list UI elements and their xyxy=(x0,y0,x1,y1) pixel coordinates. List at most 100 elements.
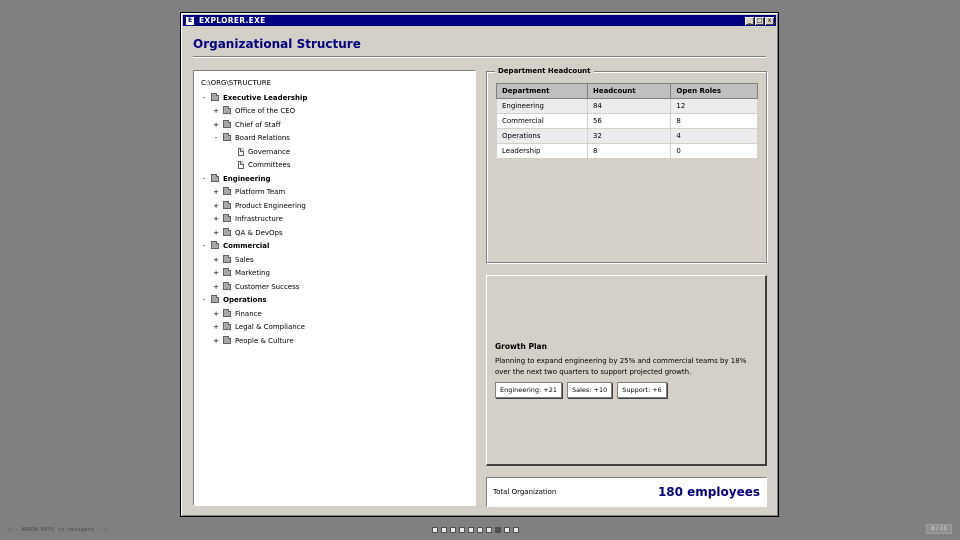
tree-node-label: Legal & Compliance xyxy=(235,323,305,332)
tree-node-label: Board Relations xyxy=(235,134,290,143)
page-counter: 8 / 10 xyxy=(926,524,952,534)
tree-node[interactable]: + Finance xyxy=(201,307,471,321)
tree-node[interactable]: + Platform Team xyxy=(201,186,471,200)
tree-node-label: QA & DevOps xyxy=(235,228,283,237)
page-title: Organizational Structure xyxy=(193,37,361,51)
expand-icon[interactable]: + xyxy=(213,310,219,318)
tree-node[interactable]: + Infrastructure xyxy=(201,213,471,227)
minimize-button[interactable]: _ xyxy=(745,16,754,25)
table-cell: 32 xyxy=(586,128,672,144)
tree-node-label: Platform Team xyxy=(235,188,286,197)
folder-icon xyxy=(211,241,219,250)
title-bar[interactable]: E EXPLORER.EXE _ □ x xyxy=(183,15,776,26)
slide-dot[interactable] xyxy=(495,527,501,533)
tree-node-label: Governance xyxy=(248,147,291,156)
tree-node[interactable]: + Sales xyxy=(201,253,471,267)
expand-icon[interactable]: + xyxy=(213,107,219,115)
tree-node[interactable]: - Engineering xyxy=(201,172,471,186)
tree-node[interactable]: + Office of the CEO xyxy=(201,105,471,119)
table-cell: Engineering xyxy=(496,98,588,114)
folder-icon xyxy=(223,119,231,128)
slide-dot[interactable] xyxy=(450,527,456,533)
table-cell: Leadership xyxy=(496,143,588,159)
slide-dot[interactable] xyxy=(468,527,474,533)
close-button[interactable]: x xyxy=(765,16,774,25)
tree-node-label: Operations xyxy=(223,296,267,305)
total-label: Total Organization xyxy=(493,488,557,496)
slide-dot[interactable] xyxy=(477,527,483,533)
column-header-open-roles[interactable]: Open Roles xyxy=(670,83,758,99)
folder-icon xyxy=(223,214,231,223)
tree-node[interactable]: Committees xyxy=(201,159,471,173)
tree-node-label: Executive Leadership xyxy=(223,93,308,102)
collapse-icon[interactable]: - xyxy=(201,175,207,183)
headcount-table: Department Headcount Open Roles Engineer… xyxy=(496,83,758,159)
slide-dot[interactable] xyxy=(504,527,510,533)
expand-icon[interactable]: + xyxy=(213,323,219,331)
expand-icon[interactable]: + xyxy=(213,121,219,129)
collapse-icon[interactable]: - xyxy=(201,242,207,250)
group-legend: Department Headcount xyxy=(495,67,594,75)
slide-dot[interactable] xyxy=(486,527,492,533)
growth-plan-panel: Growth Plan Planning to expand engineeri… xyxy=(486,275,767,466)
slide-dot[interactable] xyxy=(513,527,519,533)
tree-node-label: People & Culture xyxy=(235,336,294,345)
expand-icon[interactable]: + xyxy=(213,202,219,210)
collapse-icon[interactable]: - xyxy=(213,134,219,142)
table-row[interactable]: Leadership 8 0 xyxy=(496,143,758,159)
table-row[interactable]: Commercial 56 8 xyxy=(496,113,758,129)
tree-node[interactable]: + People & Culture xyxy=(201,334,471,348)
growth-plan-text: Planning to expand engineering by 25% an… xyxy=(495,357,747,376)
table-cell: 12 xyxy=(670,98,758,114)
title-divider xyxy=(193,56,766,58)
tree-node[interactable]: Governance xyxy=(201,145,471,159)
tree-node[interactable]: + Chief of Staff xyxy=(201,118,471,132)
table-cell: 56 xyxy=(586,113,672,129)
expand-icon[interactable]: + xyxy=(213,283,219,291)
expand-icon[interactable]: + xyxy=(213,269,219,277)
expand-icon[interactable]: + xyxy=(213,256,219,264)
tree-node-label: Committees xyxy=(248,161,291,170)
tree-node[interactable]: + Customer Success xyxy=(201,280,471,294)
table-cell: 0 xyxy=(670,143,758,159)
tree-node[interactable]: - Commercial xyxy=(201,240,471,254)
table-row[interactable]: Engineering 84 12 xyxy=(496,98,758,114)
slide-dot[interactable] xyxy=(441,527,447,533)
tree-node-label: Commercial xyxy=(223,242,270,251)
growth-plan-title: Growth Plan xyxy=(495,342,547,351)
chip-sales: Sales: +10 xyxy=(566,382,613,398)
table-row[interactable]: Operations 32 4 xyxy=(496,128,758,144)
collapse-icon[interactable]: - xyxy=(201,296,207,304)
tree-node[interactable]: + QA & DevOps xyxy=(201,226,471,240)
chip-support: Support: +6 xyxy=(617,382,667,398)
folder-icon xyxy=(211,92,219,101)
tree-node-label: Sales xyxy=(235,255,254,264)
tree-node[interactable]: + Product Engineering xyxy=(201,199,471,213)
navigation-hint: (-- ARROW KEYS to navigate --) xyxy=(8,527,108,533)
folder-icon xyxy=(223,187,231,196)
tree-node[interactable]: + Marketing xyxy=(201,267,471,281)
slide-dots xyxy=(432,527,519,533)
document-icon xyxy=(238,161,244,170)
maximize-button[interactable]: □ xyxy=(755,16,764,25)
tree-node[interactable]: - Board Relations xyxy=(201,132,471,146)
folder-icon xyxy=(211,173,219,182)
collapse-icon[interactable]: - xyxy=(201,94,207,102)
tree-node[interactable]: - Executive Leadership xyxy=(201,91,471,105)
slide-dot[interactable] xyxy=(432,527,438,533)
slide-dot[interactable] xyxy=(459,527,465,533)
expand-icon[interactable]: + xyxy=(213,215,219,223)
folder-icon xyxy=(223,308,231,317)
tree-node-label: Engineering xyxy=(223,174,271,183)
tree-pane[interactable]: C:\ORG\STRUCTURE - Executive Leadership + O… xyxy=(193,70,476,506)
expand-icon[interactable]: + xyxy=(213,188,219,196)
tree-node-label: Finance xyxy=(235,309,262,318)
column-header-department[interactable]: Department xyxy=(496,83,588,99)
column-header-headcount[interactable]: Headcount xyxy=(586,83,672,99)
expand-icon[interactable]: + xyxy=(213,337,219,345)
folder-icon xyxy=(223,133,231,142)
tree-node[interactable]: - Operations xyxy=(201,294,471,308)
expand-icon[interactable]: + xyxy=(213,229,219,237)
tree-node[interactable]: + Legal & Compliance xyxy=(201,321,471,335)
total-value: 180 employees xyxy=(657,485,760,499)
